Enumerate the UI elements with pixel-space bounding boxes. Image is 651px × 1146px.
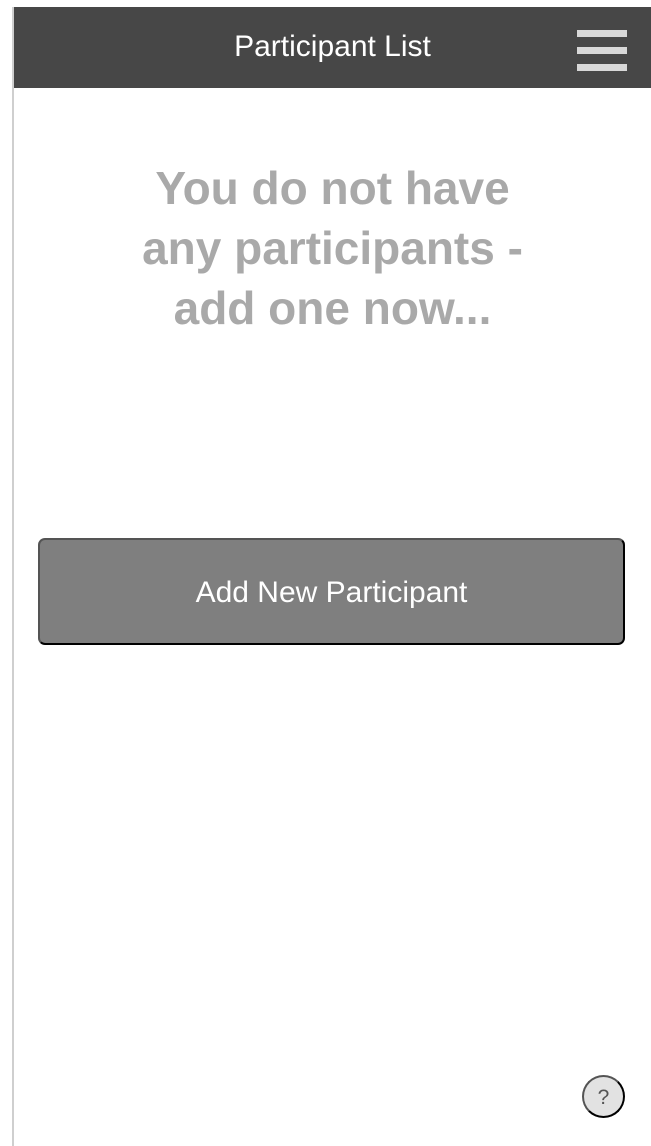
menu-bar-bottom	[577, 64, 627, 71]
empty-state-message-line-2: any participants -	[142, 222, 523, 274]
add-new-participant-button[interactable]: Add New Participant	[38, 538, 625, 645]
hamburger-menu-button[interactable]	[572, 25, 632, 77]
participant-list-screen: Participant List You do not have any part…	[0, 0, 651, 1146]
empty-state-message: You do not have any participants - add one…	[14, 158, 651, 338]
top-border	[0, 0, 651, 7]
app-header: Participant List	[14, 7, 651, 88]
menu-bar-top	[577, 30, 627, 37]
menu-bar-middle	[577, 47, 627, 54]
empty-state-message-line-3: add one now...	[173, 282, 492, 334]
page-title: Participant List	[234, 30, 431, 63]
help-button[interactable]: ?	[582, 1075, 625, 1118]
empty-state-message-line-1: You do not have	[155, 162, 510, 214]
